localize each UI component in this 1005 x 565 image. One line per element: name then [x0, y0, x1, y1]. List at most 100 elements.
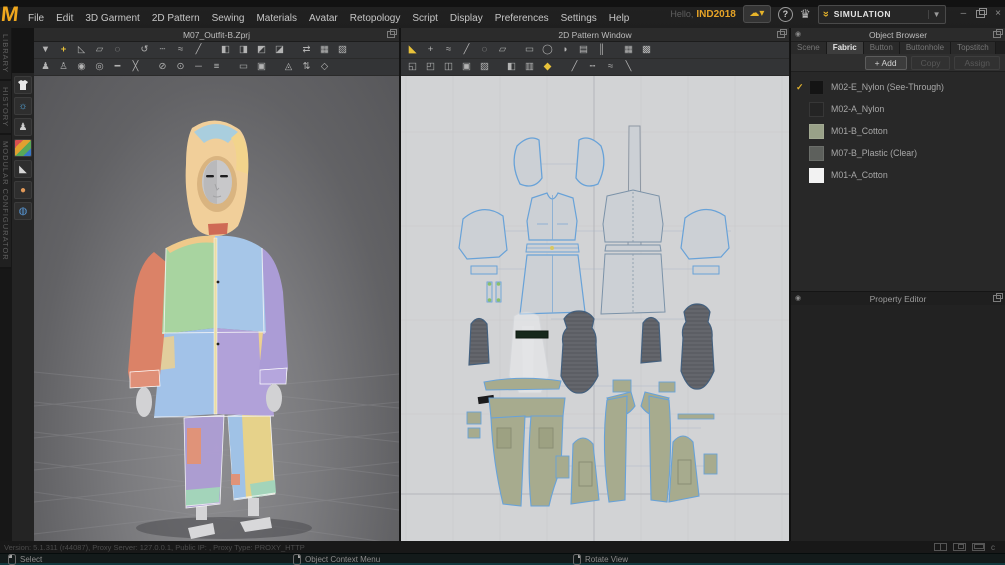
rectangle-tool-icon[interactable]: ▭: [522, 43, 537, 57]
3d-scene[interactable]: [34, 76, 399, 541]
fabric-item[interactable]: M01-A_Cotton: [791, 164, 1005, 186]
menu-item-avatar[interactable]: Avatar: [303, 11, 344, 26]
arrangement-icon[interactable]: ↺: [137, 43, 152, 57]
restore-icon[interactable]: [976, 10, 985, 18]
help-icon[interactable]: ?: [778, 7, 793, 22]
pattern-grid-icon[interactable]: ▦: [621, 43, 636, 57]
menu-item-3d-garment[interactable]: 3D Garment: [79, 11, 145, 26]
fabric-item[interactable]: M01-B_Cotton: [791, 120, 1005, 142]
scissor-cut-icon[interactable]: ⊘: [155, 60, 170, 74]
undock-icon[interactable]: [777, 31, 785, 38]
avatar-library-icon[interactable]: ♟: [14, 118, 32, 136]
arrangement-point-icon[interactable]: ◉: [74, 60, 89, 74]
crown-icon[interactable]: ♛: [800, 7, 811, 21]
simulate-icon[interactable]: ▼: [38, 43, 53, 57]
fabric-item[interactable]: M07-B_Plastic (Clear): [791, 142, 1005, 164]
trim-library-icon[interactable]: ◣: [14, 160, 32, 178]
trace-icon[interactable]: ▨: [477, 60, 492, 74]
avatar-figure[interactable]: [128, 120, 288, 539]
tab-scene[interactable]: Scene: [791, 42, 827, 54]
unfold-icon[interactable]: ◱: [405, 60, 420, 74]
grid-small-icon[interactable]: ▦: [317, 43, 332, 57]
avatar-tape-icon[interactable]: ━: [110, 60, 125, 74]
edit-pattern-icon[interactable]: +: [423, 43, 438, 57]
object-browser-titlebar[interactable]: ◉ Object Browser: [791, 28, 1005, 42]
show-base-fabric-icon[interactable]: ▥: [522, 60, 537, 74]
single-view-icon[interactable]: [934, 543, 947, 551]
menu-item-preferences[interactable]: Preferences: [489, 11, 555, 26]
tab-topstitch[interactable]: Topstitch: [951, 42, 996, 54]
pin-needle-icon[interactable]: ╱: [191, 43, 206, 57]
fabric-item[interactable]: M02-A_Nylon: [791, 98, 1005, 120]
edit-curvature-icon[interactable]: ≈: [441, 43, 456, 57]
select-lasso-icon[interactable]: ◌: [110, 43, 125, 57]
select-mesh-icon[interactable]: ◺: [74, 43, 89, 57]
menu-item-script[interactable]: Script: [406, 11, 444, 26]
menu-item-settings[interactable]: Settings: [555, 11, 603, 26]
show-3d-pattern-icon[interactable]: ◧: [504, 60, 519, 74]
menu-item-display[interactable]: Display: [444, 11, 489, 26]
rail-tab-history[interactable]: HISTORY: [0, 81, 11, 135]
tab-fabric[interactable]: Fabric: [827, 42, 864, 54]
undock-icon[interactable]: [387, 31, 395, 38]
edit-curve-point-icon[interactable]: ╱: [459, 43, 474, 57]
undock-icon[interactable]: [993, 31, 1001, 38]
3d-viewport[interactable]: [34, 76, 399, 541]
seam-allowance-icon[interactable]: ▤: [576, 43, 591, 57]
rail-tab-library[interactable]: LIBRARY: [0, 28, 11, 81]
symmetric-pattern-icon[interactable]: ◫: [441, 60, 456, 74]
button-tool-icon[interactable]: ⊙: [173, 60, 188, 74]
quad-view-icon[interactable]: [953, 543, 966, 551]
quilting-icon[interactable]: ◪: [272, 43, 287, 57]
multi-view-icon[interactable]: [972, 543, 985, 551]
fabric-library-icon[interactable]: [14, 139, 32, 157]
search-library-icon[interactable]: ☼: [14, 97, 32, 115]
segment-sewing-icon[interactable]: ┉: [585, 60, 600, 74]
tab-button[interactable]: Button: [864, 42, 900, 54]
minimize-icon[interactable]: –: [961, 9, 967, 19]
assign-button[interactable]: Assign: [954, 56, 1000, 70]
notch-tool-icon[interactable]: ║: [594, 43, 609, 57]
fabric-item[interactable]: ✓M02-E_Nylon (See-Through): [791, 76, 1005, 98]
select-box-icon[interactable]: ▱: [92, 43, 107, 57]
head-library-icon[interactable]: ●: [14, 181, 32, 199]
menu-item-sewing[interactable]: Sewing: [206, 11, 251, 26]
pattern-grid-large-icon[interactable]: ▩: [639, 43, 654, 57]
rail-tab-modular-configurator[interactable]: MODULAR CONFIGURATOR: [0, 135, 11, 269]
free-sewing-2d-icon[interactable]: ≈: [603, 60, 618, 74]
stage-library-icon[interactable]: ◍: [14, 202, 32, 220]
undock-icon[interactable]: [993, 295, 1001, 302]
menu-item-help[interactable]: Help: [603, 11, 636, 26]
3d-window-titlebar[interactable]: M07_Outfit-B.Zprj: [34, 28, 399, 42]
tab-buttonhole[interactable]: Buttonhole: [900, 42, 951, 54]
select-move-icon[interactable]: +: [56, 43, 71, 57]
edit-sewing-icon[interactable]: ╱: [567, 60, 582, 74]
clone-pattern-icon[interactable]: ▣: [459, 60, 474, 74]
menu-item-file[interactable]: File: [22, 11, 50, 26]
grid-large-icon[interactable]: ▧: [335, 43, 350, 57]
show-sewing-icon[interactable]: ◆: [540, 60, 555, 74]
2d-window-titlebar[interactable]: 2D Pattern Window: [401, 28, 789, 42]
property-editor-titlebar[interactable]: ◉ Property Editor: [791, 291, 1005, 305]
avatar-display-icon[interactable]: ♟: [38, 60, 53, 74]
refresh-icon[interactable]: c: [991, 543, 995, 552]
menu-item-2d-pattern[interactable]: 2D Pattern: [146, 11, 206, 26]
pin-icon[interactable]: ◉: [795, 30, 801, 38]
bounding-volume-icon[interactable]: ◎: [92, 60, 107, 74]
2d-viewport[interactable]: [401, 76, 789, 541]
fold-icon[interactable]: ◰: [423, 60, 438, 74]
circle-tool-icon[interactable]: ◯: [540, 43, 555, 57]
avatar-measure-icon[interactable]: ╳: [128, 60, 143, 74]
fabric-texture-icon[interactable]: ▣: [254, 60, 269, 74]
cloud-sync-icon[interactable]: ☁▾: [743, 5, 771, 23]
simulation-mode-dropdown[interactable]: « SIMULATION ▼: [818, 5, 946, 24]
close-icon[interactable]: ×: [995, 9, 1001, 19]
zipper-tool-icon[interactable]: ≡: [209, 60, 224, 74]
menu-item-materials[interactable]: Materials: [250, 11, 303, 26]
free-sewing-icon[interactable]: ≈: [173, 43, 188, 57]
detach-sewing-icon[interactable]: ╲: [621, 60, 636, 74]
show-garment-front-icon[interactable]: ◧: [218, 43, 233, 57]
swap-view-icon[interactable]: ⇄: [299, 43, 314, 57]
dart-tool-icon[interactable]: ◗: [558, 43, 573, 57]
transform-pattern-icon[interactable]: ◣: [405, 43, 420, 57]
